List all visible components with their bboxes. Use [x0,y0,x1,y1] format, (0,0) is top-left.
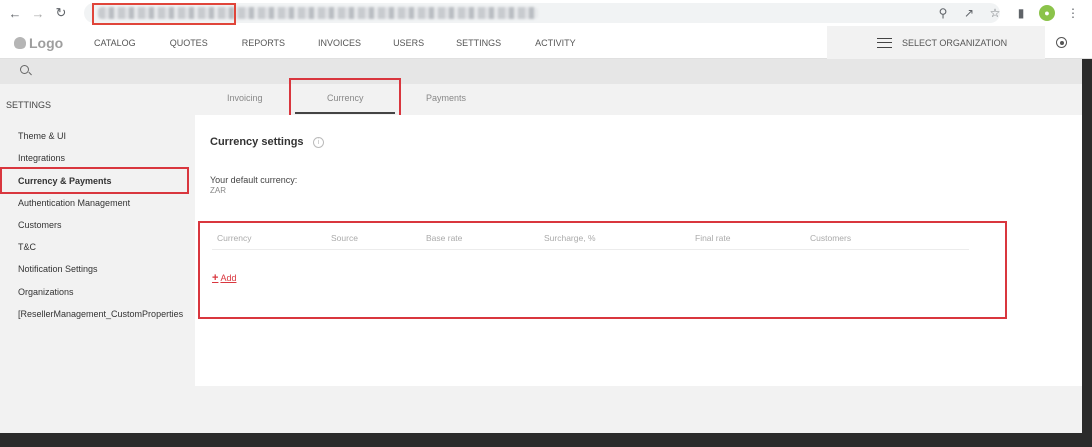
nav-quotes[interactable]: QUOTES [170,38,208,48]
address-bar[interactable] [84,3,1000,25]
column-header-currency[interactable]: Currency [217,233,251,243]
default-currency-label: Your default currency: [210,175,298,185]
nav-reports[interactable]: REPORTS [242,38,285,48]
logo-text: Logo [29,35,64,51]
zoom-icon[interactable]: ⚲ [930,4,956,22]
settings-title: SETTINGS [6,100,52,110]
url-redaction-box [92,3,236,25]
currency-table: Currency Source Base rate Surcharge, % F… [198,221,1007,319]
sidebar-item-tc[interactable]: T&C [18,242,36,252]
share-icon[interactable]: ↗ [956,4,982,22]
add-currency-link[interactable]: + Add [212,272,236,284]
info-icon[interactable]: i [313,137,324,148]
column-header-base-rate[interactable]: Base rate [426,233,462,243]
sidebar-highlight-box [0,167,189,194]
user-icon[interactable] [1056,37,1067,48]
window-footer [0,433,1092,447]
currency-panel: Currency settings i Your default currenc… [195,115,1082,386]
kebab-menu-icon[interactable]: ⋮ [1060,4,1086,22]
arrow-right-icon[interactable]: → [30,5,46,21]
app-header: Logo CATALOG QUOTES REPORTS INVOICES USE… [0,26,1092,59]
nav-users[interactable]: USERS [393,38,424,48]
profile-icon[interactable]: ● [1039,5,1055,21]
tab-invoicing[interactable]: Invoicing [227,93,263,103]
currency-settings-heading: Currency settings [210,136,304,148]
column-header-source[interactable]: Source [331,233,358,243]
search-icon[interactable] [20,65,29,74]
plus-icon: + [212,272,219,284]
org-label: SELECT ORGANIZATION [902,37,1008,48]
sidebar-item-authentication[interactable]: Authentication Management [18,198,130,208]
add-label: Add [220,273,237,283]
sidebar-item-customers[interactable]: Customers [18,220,62,230]
column-header-surcharge[interactable]: Surcharge, % [544,233,596,243]
window-border [1082,59,1092,433]
organization-selector[interactable]: SELECT ORGANIZATION [827,26,1045,59]
nav-invoices[interactable]: INVOICES [318,38,361,48]
nav-settings[interactable]: SETTINGS [456,38,501,48]
search-bar [0,59,1082,84]
default-currency-value: ZAR [210,186,226,195]
sidepanel-icon[interactable]: ▮ [1008,4,1034,22]
hamburger-icon [877,37,892,48]
star-icon[interactable]: ☆ [982,4,1008,22]
logo[interactable]: Logo [14,35,63,51]
reload-icon[interactable]: ↻ [53,5,69,21]
tab-payments[interactable]: Payments [426,93,466,103]
column-header-customers[interactable]: Customers [810,233,851,243]
table-header-divider [212,249,969,250]
sidebar-item-integrations[interactable]: Integrations [18,153,65,163]
sidebar-item-organizations[interactable]: Organizations [18,287,74,297]
arrow-left-icon[interactable]: ← [7,5,23,21]
browser-toolbar: ← → ↻ ⚲ ↗ ☆ ▮ ● ⋮ [0,0,1092,26]
top-navigation: CATALOG QUOTES REPORTS INVOICES USERS SE… [94,38,576,48]
nav-catalog[interactable]: CATALOG [94,38,136,48]
settings-page: SETTINGS Theme & UI Integrations Currenc… [0,78,1082,433]
sidebar-item-custom-properties[interactable]: [ResellerManagement_CustomProperties [18,309,183,319]
nav-activity[interactable]: ACTIVITY [535,38,576,48]
logo-icon [14,37,26,49]
tab-highlight-box [289,78,401,118]
sidebar-item-theme[interactable]: Theme & UI [18,131,66,141]
sidebar-item-notifications[interactable]: Notification Settings [18,264,98,274]
column-header-final-rate[interactable]: Final rate [695,233,730,243]
